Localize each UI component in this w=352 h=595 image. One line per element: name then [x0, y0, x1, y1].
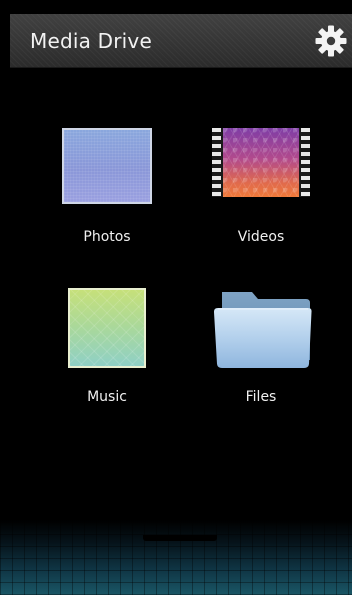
- dock-handle: [143, 535, 217, 541]
- film-perforation-left: [212, 128, 221, 197]
- photos-thumbnail: [62, 128, 152, 204]
- videos-icon: [186, 128, 336, 238]
- music-icon: [32, 288, 182, 398]
- film-strip: [212, 128, 310, 197]
- gear-icon: [314, 24, 348, 58]
- photos-icon: [32, 128, 182, 238]
- settings-button[interactable]: [314, 24, 348, 58]
- film-frame: [223, 128, 299, 197]
- app-title: Media Drive: [30, 29, 152, 53]
- folder-icon: [186, 288, 336, 398]
- media-drive-screen: Media Drive Photos Videos Music Files: [0, 0, 352, 595]
- music-thumbnail: [68, 288, 146, 368]
- app-header: Media Drive: [10, 14, 352, 68]
- tile-videos-label: Videos: [237, 229, 285, 245]
- bottom-dock: [0, 520, 352, 595]
- film-perforation-right: [301, 128, 310, 197]
- folder-graphic: [212, 288, 314, 370]
- tile-photos-label: Photos: [83, 229, 131, 245]
- tile-music-label: Music: [87, 389, 127, 405]
- tile-files-label: Files: [245, 389, 277, 405]
